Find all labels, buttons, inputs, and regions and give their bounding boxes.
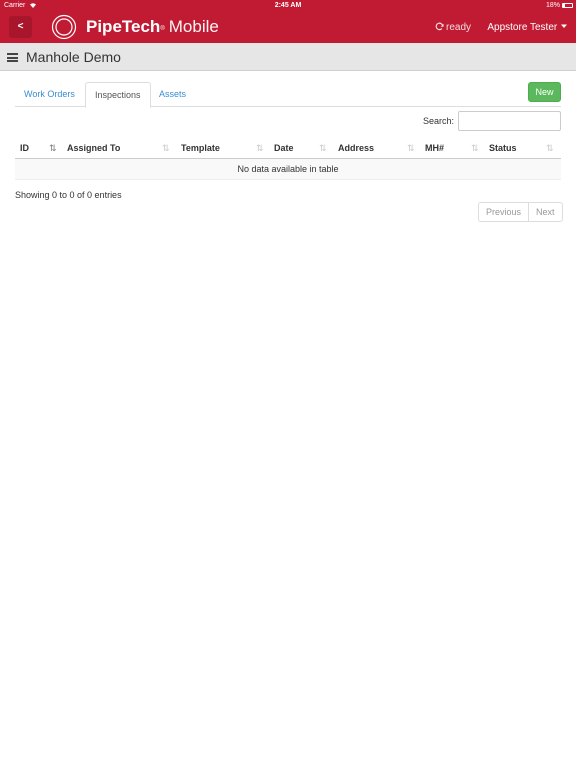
search-label: Search: bbox=[423, 116, 455, 126]
table-info: Showing 0 to 0 of 0 entries bbox=[15, 190, 122, 200]
pipetech-logo-icon bbox=[51, 14, 77, 40]
battery-percent: 18% bbox=[545, 2, 560, 9]
tab-work-orders[interactable]: Work Orders bbox=[15, 82, 84, 107]
refresh-icon bbox=[435, 22, 444, 31]
caret-down-icon bbox=[561, 24, 567, 28]
user-name: Appstore Tester bbox=[487, 22, 558, 33]
sort-icon[interactable]: ⇅ bbox=[471, 137, 479, 159]
tab-assets[interactable]: Assets bbox=[150, 82, 195, 107]
brand-trademark: ® bbox=[160, 26, 165, 32]
battery-icon bbox=[562, 3, 573, 8]
column-header-assigned-to[interactable]: Assigned To bbox=[67, 137, 120, 159]
page-title-bar: Manhole Demo bbox=[0, 43, 576, 71]
column-header-mh[interactable]: MH# bbox=[425, 137, 444, 159]
tab-bar: Work Orders Inspections Assets bbox=[15, 82, 561, 108]
app-header: < PipeTech® Mobile ready Appstore Tester bbox=[0, 11, 576, 43]
empty-table-message: No data available in table bbox=[15, 159, 561, 180]
user-menu[interactable]: Appstore Tester bbox=[487, 22, 567, 34]
brand-name: PipeTech bbox=[86, 17, 161, 36]
ios-status-bar: Carrier 2:45 AM 18% bbox=[0, 0, 576, 11]
sort-icon[interactable]: ⇅ bbox=[256, 137, 264, 159]
column-header-date[interactable]: Date bbox=[274, 137, 294, 159]
new-button[interactable]: New bbox=[528, 82, 561, 102]
search-input[interactable] bbox=[458, 111, 561, 131]
sort-icon[interactable]: ⇅ bbox=[162, 137, 170, 159]
sort-icon[interactable]: ⇅ bbox=[319, 137, 327, 159]
sync-status[interactable]: ready bbox=[435, 22, 471, 34]
table-header: ID ⇅ Assigned To ⇅ Template ⇅ Date ⇅ Add… bbox=[15, 137, 561, 159]
page-title: Manhole Demo bbox=[26, 49, 121, 65]
brand-suffix: Mobile bbox=[168, 17, 219, 36]
column-header-status[interactable]: Status bbox=[489, 137, 517, 159]
pagination: Previous Next bbox=[478, 202, 563, 222]
previous-page-button[interactable]: Previous bbox=[479, 203, 528, 221]
column-header-template[interactable]: Template bbox=[181, 137, 220, 159]
sync-status-label: ready bbox=[446, 22, 472, 33]
brand-title: PipeTech® Mobile bbox=[86, 16, 219, 38]
next-page-button[interactable]: Next bbox=[528, 203, 562, 221]
column-header-address[interactable]: Address bbox=[338, 137, 374, 159]
sort-icon[interactable]: ⇅ bbox=[546, 137, 554, 159]
tab-inspections[interactable]: Inspections bbox=[85, 82, 151, 108]
clock: 2:45 AM bbox=[274, 2, 302, 9]
sort-asc-icon[interactable]: ⇅ bbox=[49, 137, 57, 159]
sort-icon[interactable]: ⇅ bbox=[407, 137, 415, 159]
inspections-table: ID ⇅ Assigned To ⇅ Template ⇅ Date ⇅ Add… bbox=[15, 137, 561, 180]
hamburger-menu-icon[interactable] bbox=[7, 53, 18, 62]
column-header-id[interactable]: ID bbox=[20, 137, 29, 159]
back-button[interactable]: < bbox=[9, 16, 32, 38]
